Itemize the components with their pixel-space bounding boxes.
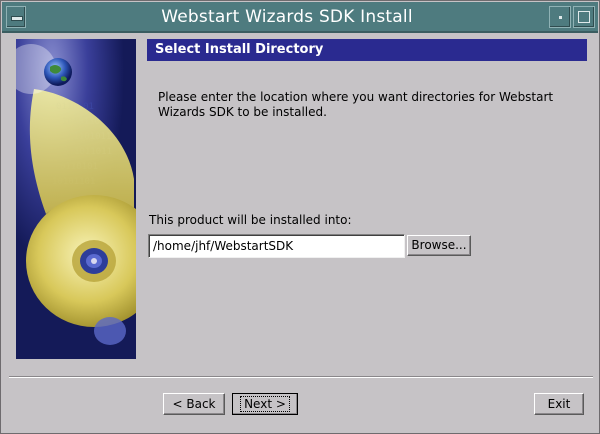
- next-button[interactable]: Next >: [232, 393, 298, 415]
- minimize-icon[interactable]: [549, 6, 571, 28]
- installer-banner-image: 0110101 1010110 01101011 1011011 0110101…: [16, 39, 136, 359]
- maximize-icon[interactable]: [573, 6, 595, 28]
- install-location-label: This product will be installed into:: [149, 213, 352, 227]
- installer-window: Webstart Wizards SDK Install Select Inst…: [0, 0, 600, 434]
- footer-divider: [9, 376, 593, 378]
- title-bar[interactable]: Webstart Wizards SDK Install: [2, 2, 598, 33]
- next-button-label: Next >: [240, 396, 290, 412]
- browse-button[interactable]: Browse...: [407, 235, 471, 256]
- exit-button[interactable]: Exit: [534, 393, 584, 415]
- window-menu-icon[interactable]: [6, 6, 26, 28]
- instruction-text: Please enter the location where you want…: [158, 90, 554, 119]
- install-path-input[interactable]: [148, 234, 405, 258]
- back-button[interactable]: < Back: [163, 393, 225, 415]
- section-header: Select Install Directory: [147, 39, 587, 61]
- window-title: Webstart Wizards SDK Install: [161, 7, 413, 27]
